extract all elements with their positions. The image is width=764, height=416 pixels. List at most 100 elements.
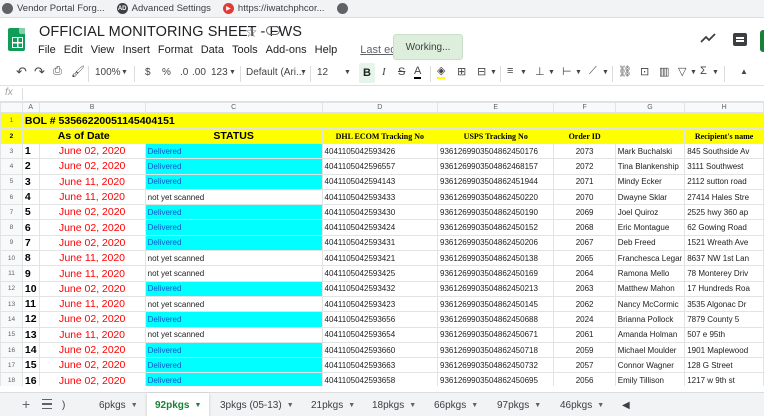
order-id-cell[interactable]: 2057 <box>553 357 616 374</box>
as-of-date-cell[interactable]: June 11, 2020 <box>38 250 146 267</box>
usps-tracking-cell[interactable]: 9361269903504862450220 <box>437 188 555 206</box>
sheet-tab-8[interactable]: 46pkgs ▼ <box>560 393 604 416</box>
insert-chart-icon[interactable]: ▥ <box>659 65 669 78</box>
column-header-c[interactable]: C <box>144 102 323 113</box>
dhl-tracking-cell[interactable]: 4041105042593663 <box>321 357 439 374</box>
share-button[interactable] <box>760 30 764 52</box>
collapse-toolbar-chevron-up-icon[interactable]: ▲ <box>740 67 748 76</box>
order-id-cell[interactable]: 2073 <box>553 142 616 160</box>
usps-tracking-cell[interactable]: 9361269903504862450718 <box>437 341 555 359</box>
row-header[interactable]: 8 <box>0 219 23 236</box>
order-id-cell[interactable]: 2056 <box>553 372 616 386</box>
status-cell[interactable]: Delivered <box>144 219 323 236</box>
sheet-tab-6[interactable]: 66pkgs ▼ <box>434 393 478 416</box>
insert-link-icon[interactable]: ⛓︎ <box>618 65 632 78</box>
customer-name-cell[interactable]: Nancy McCormic <box>614 295 686 313</box>
recipient-address-cell[interactable]: 17 Hundreds Roa <box>684 280 764 297</box>
status-cell[interactable]: Delivered <box>144 234 323 252</box>
row-header[interactable]: 12 <box>0 280 23 297</box>
document-title[interactable]: OFFICIAL MONITORING SHEET - FWS <box>39 24 302 40</box>
dhl-tracking-cell[interactable]: 4041105042593425 <box>321 265 439 282</box>
order-id-cell[interactable]: 2063 <box>553 280 616 297</box>
strikethrough-button[interactable]: S <box>398 66 405 78</box>
header-dhl-tracking[interactable]: DHL ECOM Tracking No <box>321 128 439 144</box>
order-id-cell[interactable]: 2024 <box>553 311 616 328</box>
status-cell[interactable]: Delivered <box>144 357 323 374</box>
sheet-tab-2[interactable]: 92pkgs ▼ <box>147 393 210 416</box>
text-color-button[interactable]: A <box>414 65 422 79</box>
row-header[interactable]: 9 <box>0 234 23 252</box>
tab-menu-chevron-down-icon[interactable]: ▼ <box>471 402 478 409</box>
paint-format-icon[interactable]: 🖌︎ <box>71 65 85 78</box>
status-cell[interactable]: Delivered <box>144 173 323 190</box>
item-number-cell[interactable]: 8 <box>21 250 40 267</box>
row-header[interactable]: 6 <box>0 188 23 206</box>
horizontal-align-icon[interactable]: ≡ <box>507 65 513 77</box>
usps-tracking-cell[interactable]: 9361269903504862450671 <box>437 326 555 343</box>
item-number-cell[interactable]: 1 <box>21 142 40 160</box>
scroll-tabs-left-icon[interactable]: ◀ <box>622 393 630 416</box>
row-header[interactable]: 18 <box>0 372 23 386</box>
item-number-cell[interactable]: 7 <box>21 234 40 252</box>
merge-cells-icon[interactable]: ⊟ <box>477 65 486 78</box>
row-header[interactable]: 10 <box>0 250 23 267</box>
undo-icon[interactable]: ↶ <box>16 64 27 80</box>
status-cell[interactable]: not yet scanned <box>144 250 323 267</box>
customer-name-cell[interactable]: Tina Blankenship <box>614 158 686 175</box>
as-of-date-cell[interactable]: June 11, 2020 <box>38 326 146 343</box>
usps-tracking-cell[interactable]: 9361269903504862450695 <box>437 372 555 386</box>
rotate-chevron-down-icon[interactable]: ▼ <box>602 69 609 76</box>
as-of-date-cell[interactable]: June 02, 2020 <box>38 234 146 252</box>
valign-chevron-down-icon[interactable]: ▼ <box>548 69 555 76</box>
tab-menu-chevron-down-icon[interactable]: ▼ <box>597 402 604 409</box>
row-header[interactable]: 17 <box>0 357 23 374</box>
customer-name-cell[interactable]: Eric Montague <box>614 219 686 236</box>
order-id-cell[interactable]: 2069 <box>553 204 616 221</box>
usps-tracking-cell[interactable]: 9361269903504862450190 <box>437 204 555 221</box>
dhl-tracking-cell[interactable]: 4041105042593424 <box>321 219 439 236</box>
as-of-date-cell[interactable]: June 11, 2020 <box>38 173 146 190</box>
usps-tracking-cell[interactable]: 9361269903504862450206 <box>437 234 555 252</box>
functions-chevron-down-icon[interactable]: ▼ <box>712 69 719 76</box>
customer-name-cell[interactable]: Ramona Mello <box>614 265 686 282</box>
text-rotate-icon[interactable]: ⟋ <box>589 65 597 78</box>
wrap-chevron-down-icon[interactable]: ▼ <box>575 69 582 76</box>
order-id-cell[interactable]: 2061 <box>553 326 616 343</box>
status-cell[interactable]: Delivered <box>144 341 323 359</box>
usps-tracking-cell[interactable]: 9361269903504862450732 <box>437 357 555 374</box>
recipient-address-cell[interactable]: 507 e 95th <box>684 326 764 343</box>
print-icon[interactable]: ⎙ <box>53 65 62 78</box>
dhl-tracking-cell[interactable]: 4041105042593426 <box>321 142 439 160</box>
row-header[interactable]: 15 <box>0 326 23 343</box>
menu-add-ons[interactable]: Add-ons <box>266 44 307 56</box>
menu-format[interactable]: Format <box>158 44 193 56</box>
column-header-e[interactable]: E <box>437 102 555 113</box>
as-of-date-cell[interactable]: June 02, 2020 <box>38 311 146 328</box>
as-of-date-cell[interactable]: June 02, 2020 <box>38 357 146 374</box>
bold-button[interactable]: B <box>359 63 375 83</box>
status-cell[interactable]: Delivered <box>144 280 323 297</box>
customer-name-cell[interactable]: Joel Quiroz <box>614 204 686 221</box>
dhl-tracking-cell[interactable]: 4041105042593654 <box>321 326 439 343</box>
order-id-cell[interactable]: 2068 <box>553 219 616 236</box>
redo-icon[interactable]: ↷ <box>34 64 45 80</box>
font-chevron-down-icon[interactable]: ▼ <box>300 69 307 76</box>
add-sheet-icon[interactable]: + <box>22 396 30 412</box>
menu-insert[interactable]: Insert <box>122 44 150 56</box>
row-header[interactable]: 13 <box>0 295 23 313</box>
dhl-tracking-cell[interactable]: 4041105042593423 <box>321 295 439 313</box>
item-number-cell[interactable]: 15 <box>21 357 40 374</box>
as-of-date-cell[interactable]: June 11, 2020 <box>38 188 146 206</box>
item-number-cell[interactable]: 9 <box>21 265 40 282</box>
status-cell[interactable]: Delivered <box>144 142 323 160</box>
font-size-chevron-down-icon[interactable]: ▼ <box>344 69 351 76</box>
order-id-cell[interactable]: 2064 <box>553 265 616 282</box>
tab-menu-chevron-down-icon[interactable]: ▼ <box>131 402 138 409</box>
bookmark-3[interactable] <box>336 3 352 14</box>
menu-view[interactable]: View <box>91 44 115 56</box>
row-header[interactable]: 5 <box>0 173 23 190</box>
customer-name-cell[interactable]: Brianna Pollock <box>614 311 686 328</box>
item-number-cell[interactable]: 10 <box>21 280 40 297</box>
header-as-of-date[interactable]: As of Date <box>21 128 146 144</box>
customer-name-cell[interactable]: Matthew Mahon <box>614 280 686 297</box>
